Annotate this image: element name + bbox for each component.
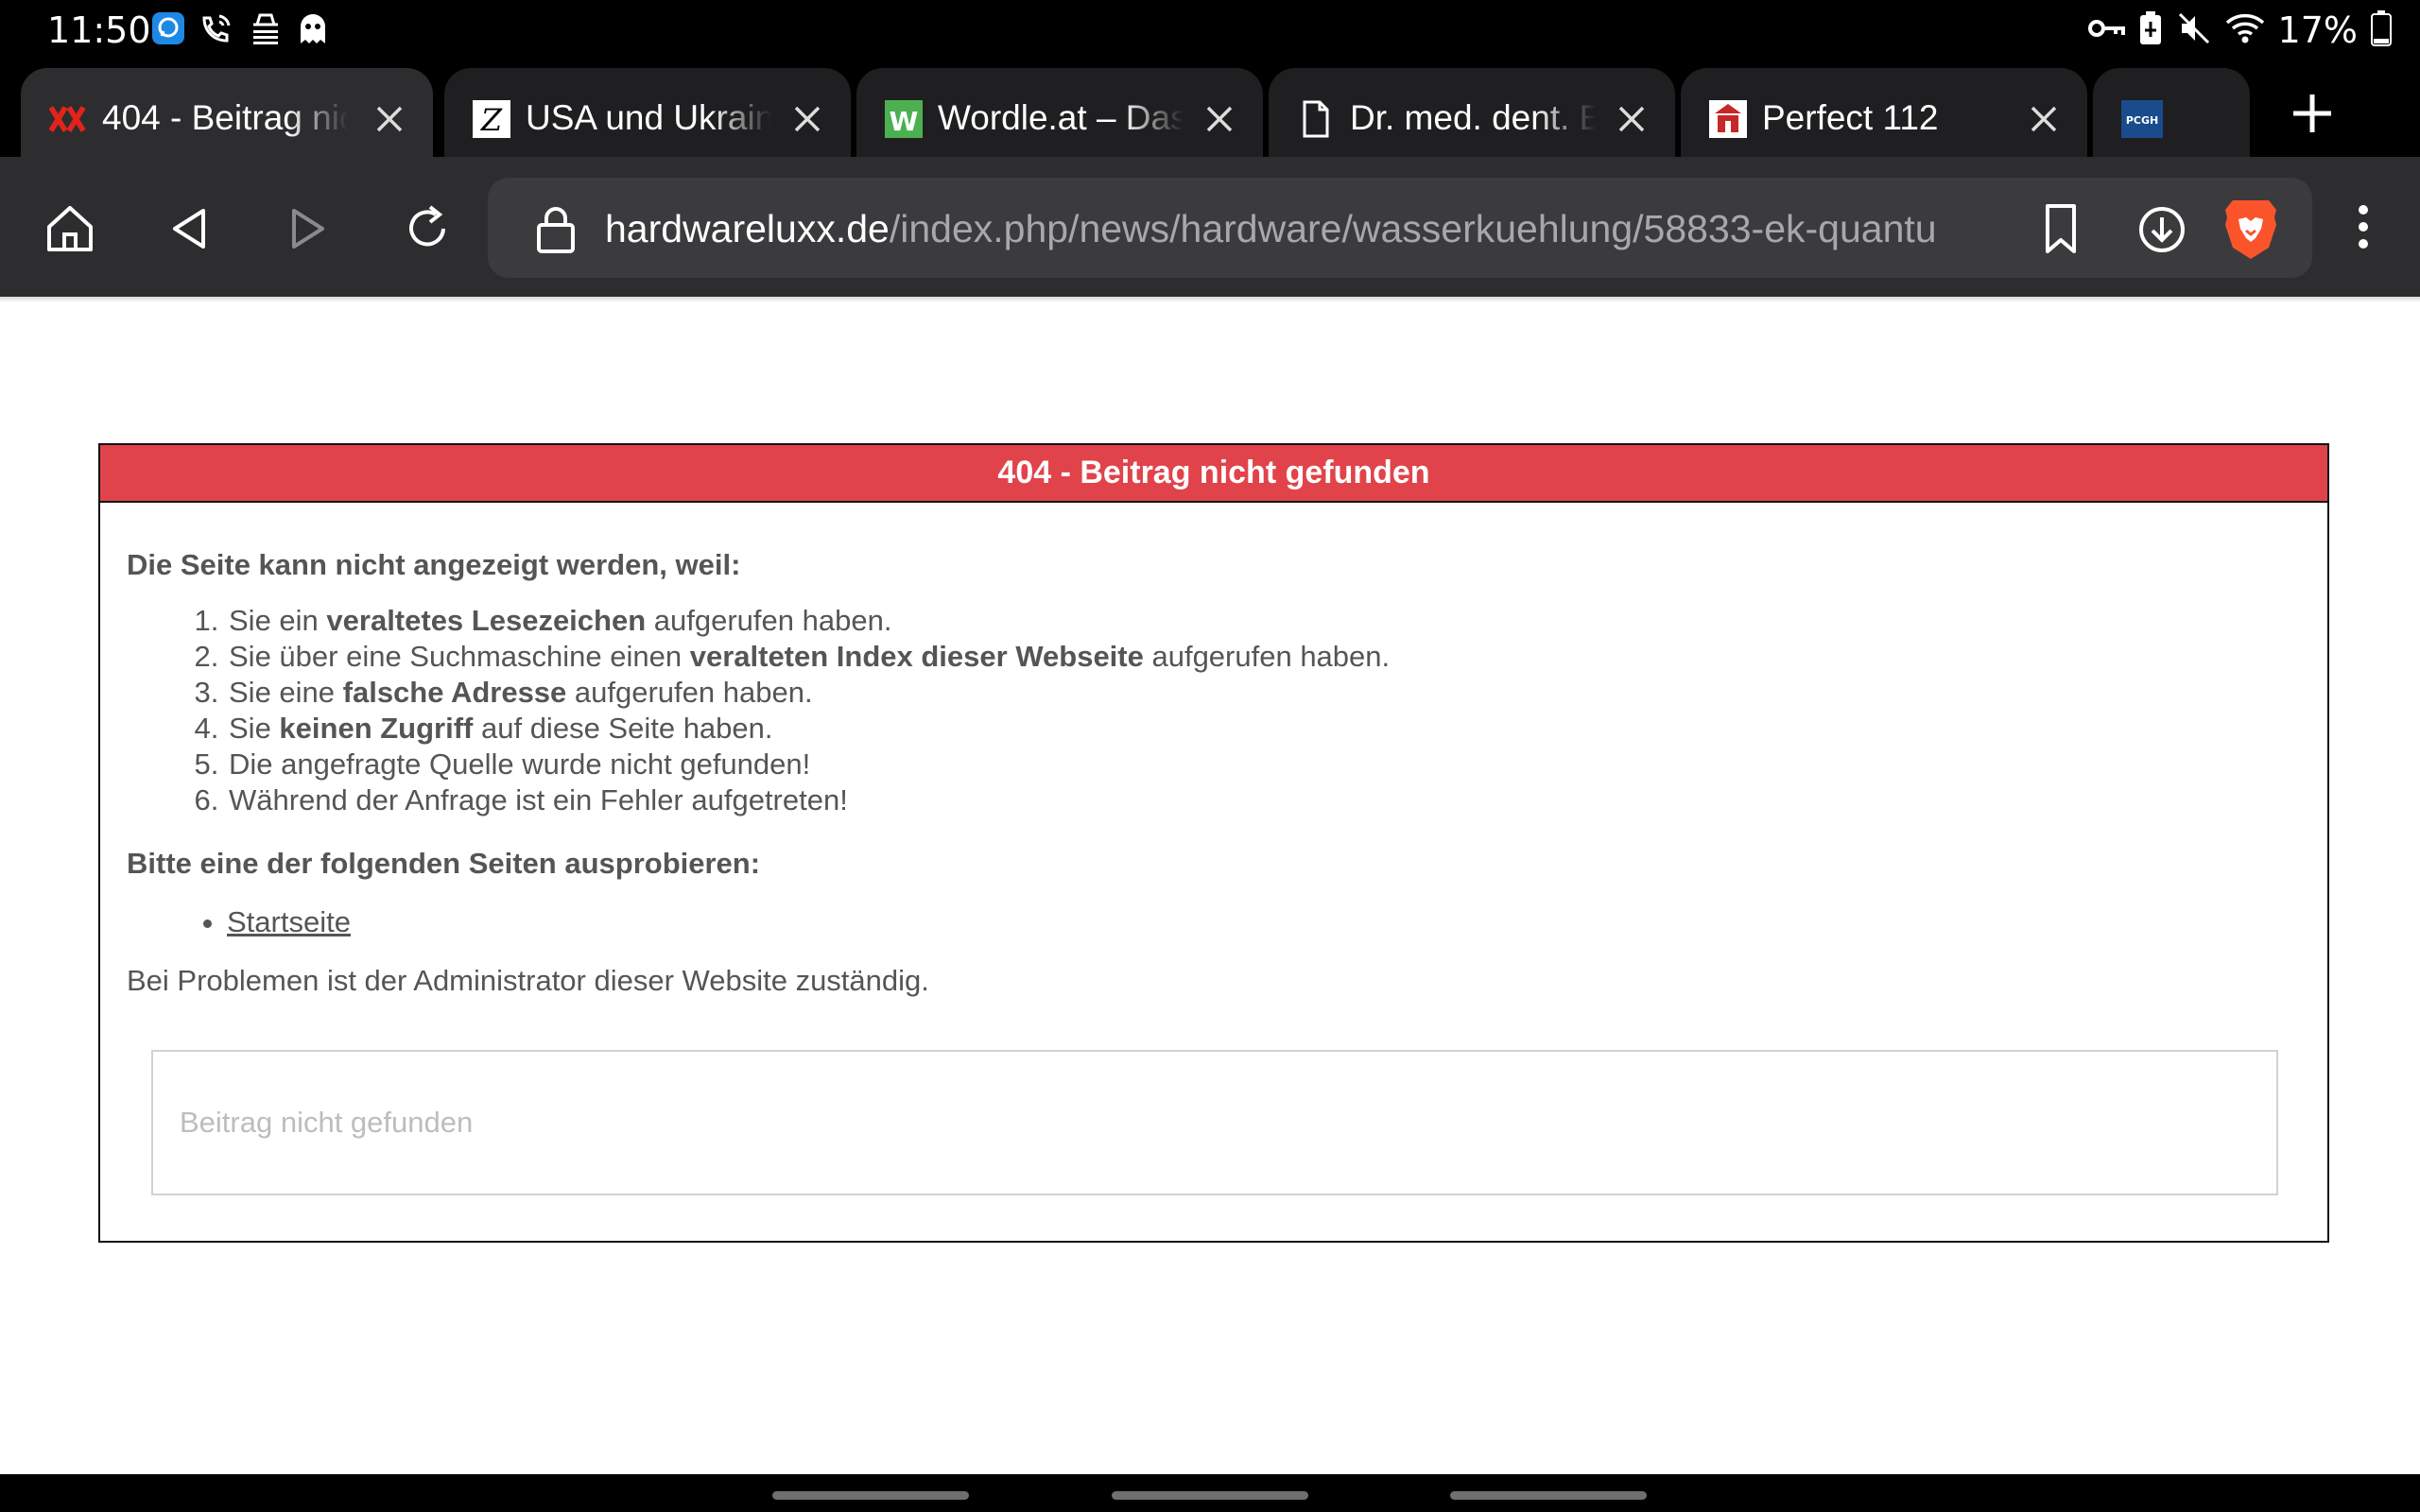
- reason-item: Die angefragte Quelle wurde nicht gefund…: [227, 747, 2327, 782]
- toolbar-shadow: [0, 297, 2420, 302]
- url-text[interactable]: hardwareluxx.de/index.php/news/hardware/…: [605, 202, 2014, 255]
- hardwareluxx-favicon: [49, 100, 87, 138]
- close-icon[interactable]: [1616, 104, 1647, 134]
- close-icon[interactable]: [1204, 104, 1235, 134]
- tab-title: USA und Ukraine: [526, 98, 771, 137]
- battery-saver-icon: [2138, 10, 2163, 51]
- startseite-link[interactable]: Startseite: [227, 905, 351, 938]
- tab-zeit[interactable]: Z USA und Ukraine: [444, 68, 851, 157]
- tab-title: Perfect 112: [1762, 98, 1939, 137]
- reason-item: Während der Anfrage ist ein Fehler aufge…: [227, 782, 2327, 818]
- back-arrow-icon: [173, 209, 205, 249]
- reason-item: Sie ein veraltetes Lesezeichen aufgerufe…: [227, 603, 2327, 639]
- zeit-favicon: Z: [473, 100, 510, 138]
- wifi-calling-icon: [199, 10, 234, 51]
- url-path: /index.php/news/hardware/wasserkuehlung/…: [889, 207, 1937, 250]
- brave-shields-icon[interactable]: [2220, 197, 2282, 263]
- vpn-key-icon: [2087, 14, 2125, 47]
- forward-button[interactable]: [280, 200, 337, 257]
- battery-icon: [2371, 9, 2392, 51]
- document-favicon: [1297, 100, 1335, 138]
- browser-toolbar: hardwareluxx.de/index.php/news/hardware/…: [0, 157, 2420, 297]
- back-button[interactable]: [161, 200, 217, 257]
- web-page: 404 - Beitrag nicht gefunden Die Seite k…: [0, 297, 2420, 1474]
- tab-dr-med-dent[interactable]: Dr. med. dent. Ev: [1269, 68, 1675, 157]
- chat-notification-icon: [151, 11, 185, 50]
- close-icon[interactable]: [2029, 104, 2059, 134]
- status-left-icons: [151, 11, 329, 49]
- reload-icon: [409, 205, 445, 247]
- tab-pcgh[interactable]: PCGH: [2093, 68, 2250, 157]
- nav-handle-right[interactable]: [1450, 1491, 1647, 1500]
- tab-title: 404 - Beitrag nicht gefunden: [102, 98, 348, 137]
- incognito-icon: [248, 11, 284, 50]
- close-icon[interactable]: [374, 104, 405, 134]
- close-icon[interactable]: [792, 104, 822, 134]
- error-body: Die Seite kann nicht angezeigt werden, w…: [100, 546, 2327, 1000]
- lock-icon[interactable]: [533, 206, 579, 253]
- try-title: Bitte eine der folgenden Seiten ausprobi…: [127, 847, 761, 880]
- error-heading: 404 - Beitrag nicht gefunden: [100, 445, 2327, 503]
- pcgh-favicon: PCGH: [2121, 100, 2163, 138]
- more-vert-icon: [2359, 205, 2368, 249]
- home-button[interactable]: [42, 200, 98, 257]
- tab-title: Dr. med. dent. Ev: [1350, 98, 1596, 137]
- wordle-favicon: W: [885, 100, 923, 138]
- ghost-icon: [297, 11, 329, 50]
- status-bar: 11:50 17%: [0, 0, 2420, 60]
- svg-text:W: W: [890, 106, 919, 137]
- reload-button[interactable]: [399, 200, 456, 257]
- bookmark-icon[interactable]: [2038, 202, 2083, 257]
- more-menu-button[interactable]: [2335, 198, 2392, 255]
- search-box[interactable]: [151, 1050, 2278, 1195]
- tab-hardwareluxx[interactable]: 404 - Beitrag nicht gefunden: [21, 68, 433, 157]
- tab-perfect-112[interactable]: Perfect 112: [1681, 68, 2087, 157]
- reason-item: Sie keinen Zugriff auf diese Seite haben…: [227, 711, 2327, 747]
- search-input[interactable]: [153, 1052, 2276, 1194]
- reason-item: Sie eine falsche Adresse aufgerufen habe…: [227, 675, 2327, 711]
- reason-list: Sie ein veraltetes Lesezeichen aufgerufe…: [127, 603, 2327, 818]
- wifi-icon: [2225, 11, 2265, 50]
- tab-strip: 404 - Beitrag nicht gefunden Z USA und U…: [0, 60, 2420, 157]
- url-host: hardwareluxx.de: [605, 207, 890, 250]
- forward-arrow-icon: [292, 209, 324, 249]
- home-icon: [47, 206, 93, 251]
- perfect-favicon: [1709, 100, 1747, 138]
- error-box: 404 - Beitrag nicht gefunden Die Seite k…: [98, 443, 2329, 1243]
- status-time: 11:50: [47, 9, 151, 51]
- suggested-links: Startseite: [127, 903, 2327, 941]
- nav-handle-left[interactable]: [772, 1491, 969, 1500]
- mute-icon: [2176, 10, 2212, 51]
- url-bar[interactable]: hardwareluxx.de/index.php/news/hardware/…: [488, 178, 2312, 278]
- tab-wordle[interactable]: W Wordle.at – Das: [856, 68, 1263, 157]
- admin-text: Bei Problemen ist der Administrator dies…: [127, 964, 929, 997]
- tab-title: Wordle.at – Das: [938, 98, 1184, 137]
- navigation-bar: [0, 1474, 2420, 1512]
- new-tab-button[interactable]: [2288, 89, 2337, 138]
- nav-handle-center[interactable]: [1112, 1491, 1308, 1500]
- svg-text:PCGH: PCGH: [2126, 114, 2158, 127]
- status-right-icons: 17%: [2087, 8, 2392, 53]
- reason-title: Die Seite kann nicht angezeigt werden, w…: [127, 548, 741, 581]
- reason-item: Sie über eine Suchmaschine einen veralte…: [227, 639, 2327, 675]
- list-item: Startseite: [227, 903, 2327, 941]
- battery-percent: 17%: [2277, 9, 2358, 51]
- svg-text:Z: Z: [480, 102, 503, 138]
- download-icon[interactable]: [2136, 204, 2187, 255]
